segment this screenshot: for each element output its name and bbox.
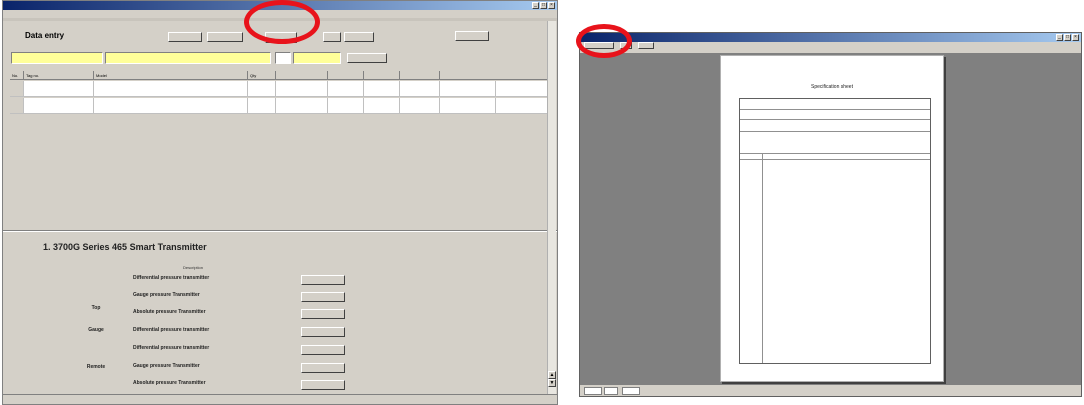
close-icon[interactable]: × bbox=[1072, 34, 1079, 41]
table-cell[interactable] bbox=[440, 98, 496, 113]
left-window-controls: _ □ × bbox=[532, 2, 555, 9]
table-cell[interactable] bbox=[248, 98, 276, 113]
close-icon[interactable]: × bbox=[548, 2, 555, 9]
sheet-rule bbox=[740, 119, 930, 120]
grid-col-5 bbox=[328, 71, 364, 79]
toolbar-divider bbox=[580, 50, 1081, 53]
print-preview-window: _ □ × Specification sheet bbox=[579, 32, 1082, 397]
grid-header: No. Tag no. Model Qty bbox=[10, 71, 550, 80]
highlight-print-button-circle bbox=[244, 0, 320, 44]
minimize-icon[interactable]: _ bbox=[532, 2, 539, 9]
right-title-bar[interactable]: _ □ × bbox=[580, 33, 1081, 42]
model-description: Gauge pressure Transmitter bbox=[133, 363, 200, 369]
maximize-icon[interactable]: □ bbox=[540, 2, 547, 9]
qty-input[interactable] bbox=[275, 52, 291, 64]
sheet-rule bbox=[740, 131, 930, 132]
vertical-scrollbar[interactable]: ▲ ▼ bbox=[547, 21, 556, 394]
maximize-icon[interactable]: □ bbox=[1064, 34, 1071, 41]
page-number-field[interactable] bbox=[604, 387, 618, 395]
model-description: Gauge pressure Transmitter bbox=[133, 292, 200, 298]
sheet-title: Specification sheet bbox=[811, 84, 853, 90]
minimize-icon[interactable]: _ bbox=[1056, 34, 1063, 41]
grid-col-no: No. bbox=[10, 71, 24, 79]
table-cell[interactable] bbox=[276, 98, 328, 113]
grid-col-qty: Qty bbox=[248, 71, 276, 79]
table-cell[interactable] bbox=[328, 98, 364, 113]
group-label-gauge: Gauge bbox=[88, 327, 104, 333]
sheet-rule bbox=[740, 153, 930, 154]
catalog-button[interactable] bbox=[207, 32, 243, 42]
left-status-bar bbox=[3, 394, 557, 404]
model-input[interactable] bbox=[105, 52, 271, 64]
grid-col-7 bbox=[400, 71, 440, 79]
add-button[interactable] bbox=[347, 53, 387, 63]
page-nav-next[interactable] bbox=[622, 387, 640, 395]
product-title: 1. 3700G Series 465 Smart Transmitter bbox=[43, 242, 207, 252]
select-model-button[interactable] bbox=[301, 327, 345, 337]
option-input[interactable] bbox=[293, 52, 341, 64]
grid-col-model: Model bbox=[94, 71, 248, 79]
model-description: Absolute pressure Transmitter bbox=[133, 309, 206, 315]
preview-status-bar bbox=[580, 384, 1081, 396]
right-window-controls: _ □ × bbox=[1056, 34, 1079, 41]
row-selector[interactable] bbox=[10, 98, 24, 113]
grid-col-6 bbox=[364, 71, 400, 79]
table-cell[interactable] bbox=[94, 98, 248, 113]
table-cell[interactable] bbox=[276, 81, 328, 96]
table-cell[interactable] bbox=[400, 98, 440, 113]
panel-divider bbox=[3, 230, 557, 232]
close-preview-button[interactable] bbox=[638, 42, 654, 49]
grid-col-8 bbox=[440, 71, 550, 79]
option-button[interactable] bbox=[455, 31, 489, 41]
row-selector[interactable] bbox=[10, 81, 24, 96]
table-row[interactable] bbox=[10, 81, 550, 97]
sheet-rule bbox=[740, 109, 930, 110]
select-model-button[interactable] bbox=[301, 275, 345, 285]
load-button[interactable] bbox=[323, 32, 341, 42]
table-cell[interactable] bbox=[400, 81, 440, 96]
preview-page: Specification sheet bbox=[720, 55, 944, 382]
grid-col-tag: Tag no. bbox=[24, 71, 94, 79]
scroll-up-icon[interactable]: ▲ bbox=[548, 371, 556, 379]
table-cell[interactable] bbox=[24, 81, 94, 96]
sheet-rule bbox=[740, 159, 930, 160]
model-description: Differential pressure transmitter bbox=[133, 327, 210, 333]
select-model-button[interactable] bbox=[301, 309, 345, 319]
table-cell[interactable] bbox=[24, 98, 94, 113]
preview-toolbar bbox=[580, 42, 1081, 50]
table-cell[interactable] bbox=[248, 81, 276, 96]
select-model-button[interactable] bbox=[301, 380, 345, 390]
data-entry-window: _ □ × Data entry No. Tag no. Model Qty 1… bbox=[2, 0, 558, 405]
description-header: Description bbox=[183, 265, 204, 270]
blank-button[interactable] bbox=[168, 32, 202, 42]
table-cell[interactable] bbox=[364, 98, 400, 113]
data-entry-title: Data entry bbox=[25, 31, 65, 40]
table-cell[interactable] bbox=[328, 81, 364, 96]
grid-col-4 bbox=[276, 71, 328, 79]
model-description: Differential pressure transmitter bbox=[133, 275, 210, 281]
page-nav-first[interactable] bbox=[584, 387, 602, 395]
select-model-button[interactable] bbox=[301, 345, 345, 355]
model-description: Differential pressure transmitter bbox=[133, 345, 210, 351]
table-cell[interactable] bbox=[440, 81, 496, 96]
table-cell[interactable] bbox=[94, 81, 248, 96]
table-row[interactable] bbox=[10, 98, 550, 114]
select-model-button[interactable] bbox=[301, 363, 345, 373]
group-label-remote: Remote bbox=[86, 364, 106, 370]
group-label-top: Top bbox=[91, 305, 101, 311]
browse-button[interactable] bbox=[344, 32, 374, 42]
model-description: Absolute pressure Transmitter bbox=[133, 380, 206, 386]
sheet-column-rule bbox=[762, 153, 763, 363]
scroll-down-icon[interactable]: ▼ bbox=[548, 379, 556, 387]
model-selection-table: Description Top Gauge Remote Differentia… bbox=[63, 263, 353, 397]
table-cell[interactable] bbox=[364, 81, 400, 96]
highlight-preview-button-circle bbox=[576, 24, 632, 58]
tag-input[interactable] bbox=[11, 52, 103, 64]
spec-sheet-table bbox=[739, 98, 931, 364]
select-model-button[interactable] bbox=[301, 292, 345, 302]
